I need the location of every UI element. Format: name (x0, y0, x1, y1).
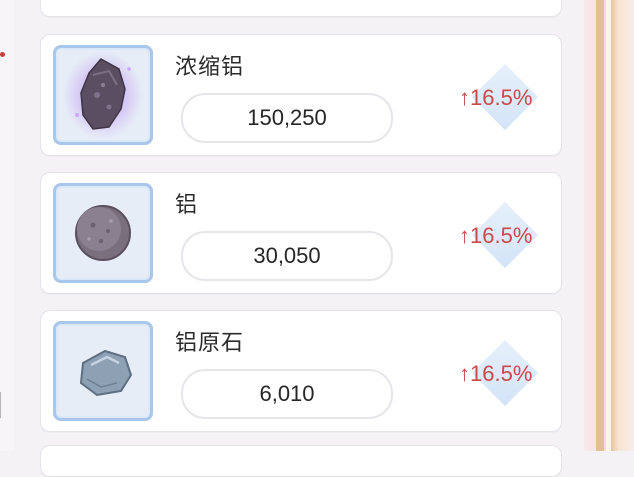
right-decorative-frame (584, 0, 634, 451)
item-name: 铝 (175, 193, 199, 218)
quantity-field[interactable]: 150,250 (181, 93, 393, 143)
quantity-field[interactable]: 6,010 (181, 369, 393, 419)
item-icon-frame (53, 321, 153, 421)
material-card[interactable]: 浓缩铝 150,250 ↑16.5% (40, 34, 562, 156)
item-name: 浓缩铝 (175, 55, 245, 80)
percent-value: 16.5% (470, 361, 533, 386)
item-icon-frame (53, 183, 153, 283)
up-arrow-icon: ↑ (459, 223, 470, 248)
material-card-partial-top (40, 0, 562, 17)
change-indicator: ↑16.5% (459, 63, 539, 133)
material-card-partial-bottom (40, 445, 562, 477)
percent-change: ↑16.5% (459, 361, 555, 387)
material-card[interactable]: 铝原石 6,010 ↑16.5% (40, 310, 562, 432)
left-edge-panel (0, 0, 14, 451)
aluminum-icon (75, 205, 131, 261)
left-edge-marker (0, 392, 7, 418)
percent-change: ↑16.5% (459, 223, 555, 249)
aluminum-ore-icon (79, 349, 133, 397)
up-arrow-icon: ↑ (459, 85, 470, 110)
item-icon-frame (53, 45, 153, 145)
material-card[interactable]: 铝 30,050 ↑16.5% (40, 172, 562, 294)
notification-dot (0, 52, 5, 57)
concentrated-aluminum-icon (63, 51, 143, 139)
frame-bar (596, 0, 604, 451)
percent-value: 16.5% (470, 223, 533, 248)
percent-change: ↑16.5% (459, 85, 555, 111)
frame-highlight (606, 0, 611, 451)
up-arrow-icon: ↑ (459, 361, 470, 386)
quantity-field[interactable]: 30,050 (181, 231, 393, 281)
percent-value: 16.5% (470, 85, 533, 110)
change-indicator: ↑16.5% (459, 201, 539, 271)
change-indicator: ↑16.5% (459, 339, 539, 409)
item-name: 铝原石 (175, 331, 245, 356)
